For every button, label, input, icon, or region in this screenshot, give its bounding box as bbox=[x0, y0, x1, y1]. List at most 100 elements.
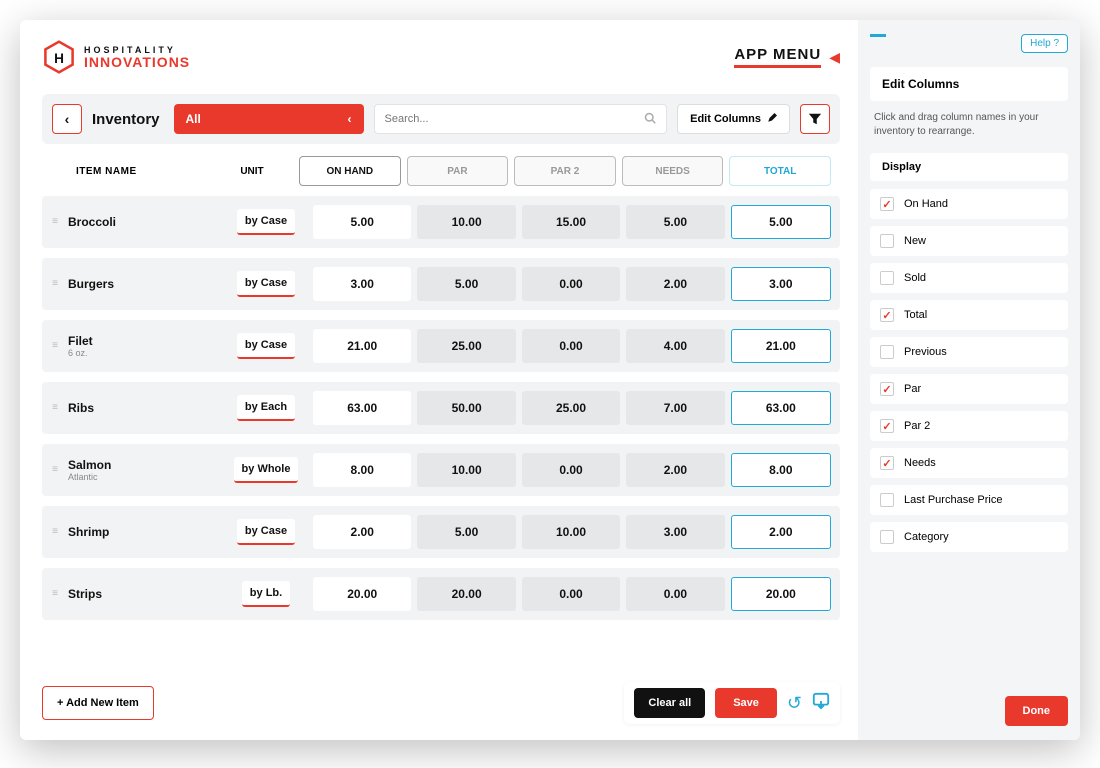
back-button[interactable]: ‹ bbox=[52, 104, 82, 134]
export-icon[interactable] bbox=[812, 692, 830, 715]
cell-par2[interactable]: 0.00 bbox=[522, 329, 620, 363]
edit-columns-button[interactable]: Edit Columns bbox=[677, 104, 790, 134]
cell-needs[interactable]: 0.00 bbox=[626, 577, 724, 611]
drag-handle-icon[interactable]: ≡ bbox=[46, 406, 64, 410]
drag-handle-icon[interactable]: ≡ bbox=[46, 468, 64, 472]
display-option[interactable]: Needs bbox=[870, 448, 1068, 478]
cell-needs[interactable]: 3.00 bbox=[626, 515, 724, 549]
cell-needs[interactable]: 4.00 bbox=[626, 329, 724, 363]
col-needs[interactable]: NEEDS bbox=[622, 156, 724, 186]
unit-selector[interactable]: by Case bbox=[237, 333, 295, 359]
cell-unit: by Case bbox=[222, 333, 310, 359]
cell-on-hand[interactable]: 63.00 bbox=[313, 391, 411, 425]
help-button[interactable]: Help ? bbox=[1021, 34, 1068, 53]
cell-total: 21.00 bbox=[731, 329, 831, 363]
item-name: Burgers bbox=[68, 277, 222, 291]
search-box[interactable] bbox=[374, 104, 668, 134]
cell-needs[interactable]: 7.00 bbox=[626, 391, 724, 425]
cell-par2[interactable]: 15.00 bbox=[522, 205, 620, 239]
display-option[interactable]: Previous bbox=[870, 337, 1068, 367]
table-row: ≡Burgersby Case3.005.000.002.003.00 bbox=[42, 258, 840, 310]
display-option[interactable]: Last Purchase Price bbox=[870, 485, 1068, 515]
cell-par2[interactable]: 25.00 bbox=[522, 391, 620, 425]
clear-all-button[interactable]: Clear all bbox=[634, 688, 705, 718]
footer: + Add New Item Clear all Save ↺ bbox=[42, 682, 840, 724]
funnel-icon bbox=[808, 112, 822, 126]
item-name: Ribs bbox=[68, 401, 222, 415]
col-par2[interactable]: PAR 2 bbox=[514, 156, 616, 186]
unit-selector[interactable]: by Whole bbox=[234, 457, 299, 483]
cell-on-hand[interactable]: 20.00 bbox=[313, 577, 411, 611]
cell-par[interactable]: 10.00 bbox=[417, 205, 515, 239]
checkbox-icon bbox=[880, 271, 894, 285]
cell-needs[interactable]: 5.00 bbox=[626, 205, 724, 239]
col-par[interactable]: PAR bbox=[407, 156, 509, 186]
app-menu-button[interactable]: APP MENU ◀ bbox=[734, 46, 840, 68]
filter-button[interactable] bbox=[800, 104, 830, 134]
side-footer: Done bbox=[1005, 696, 1069, 726]
table-row: ≡Stripsby Lb.20.0020.000.000.0020.00 bbox=[42, 568, 840, 620]
display-option[interactable]: Par bbox=[870, 374, 1068, 404]
drag-handle-icon[interactable]: ≡ bbox=[46, 282, 64, 286]
brand-line2: INNOVATIONS bbox=[84, 55, 190, 69]
drag-handle-icon[interactable]: ≡ bbox=[46, 530, 64, 534]
column-headers: ITEM NAME UNIT ON HAND PAR PAR 2 NEEDS T… bbox=[42, 144, 840, 196]
save-button[interactable]: Save bbox=[715, 688, 777, 718]
unit-selector[interactable]: by Case bbox=[237, 519, 295, 545]
category-filter-dropdown[interactable]: All ‹ bbox=[174, 104, 364, 134]
unit-selector[interactable]: by Lb. bbox=[242, 581, 290, 607]
cell-par[interactable]: 5.00 bbox=[417, 515, 515, 549]
unit-selector[interactable]: by Case bbox=[237, 209, 295, 235]
cell-on-hand[interactable]: 21.00 bbox=[313, 329, 411, 363]
col-on-hand[interactable]: ON HAND bbox=[299, 156, 401, 186]
cell-unit: by Case bbox=[222, 519, 310, 545]
display-option[interactable]: Category bbox=[870, 522, 1068, 552]
cell-par2[interactable]: 0.00 bbox=[522, 267, 620, 301]
drag-handle-icon[interactable]: ≡ bbox=[46, 592, 64, 596]
search-icon bbox=[644, 112, 656, 127]
cell-par[interactable]: 10.00 bbox=[417, 453, 515, 487]
col-total[interactable]: TOTAL bbox=[729, 156, 831, 186]
display-option[interactable]: On Hand bbox=[870, 189, 1068, 219]
item-name: Filet bbox=[68, 334, 222, 348]
cell-on-hand[interactable]: 8.00 bbox=[313, 453, 411, 487]
unit-selector[interactable]: by Case bbox=[237, 271, 295, 297]
undo-icon[interactable]: ↺ bbox=[787, 693, 802, 714]
cell-unit: by Whole bbox=[222, 457, 310, 483]
option-label: Total bbox=[904, 309, 927, 321]
cell-item-name: Strips bbox=[64, 587, 222, 601]
cell-par[interactable]: 25.00 bbox=[417, 329, 515, 363]
cell-on-hand[interactable]: 2.00 bbox=[313, 515, 411, 549]
cell-par[interactable]: 50.00 bbox=[417, 391, 515, 425]
table-row: ≡Shrimpby Case2.005.0010.003.002.00 bbox=[42, 506, 840, 558]
cell-total: 2.00 bbox=[731, 515, 831, 549]
cell-par2[interactable]: 10.00 bbox=[522, 515, 620, 549]
cell-par[interactable]: 5.00 bbox=[417, 267, 515, 301]
search-input[interactable] bbox=[385, 113, 645, 125]
display-option[interactable]: Total bbox=[870, 300, 1068, 330]
cell-unit: by Lb. bbox=[222, 581, 310, 607]
cell-on-hand[interactable]: 3.00 bbox=[313, 267, 411, 301]
cell-needs[interactable]: 2.00 bbox=[626, 267, 724, 301]
cell-par[interactable]: 20.00 bbox=[417, 577, 515, 611]
collapse-handle-icon[interactable] bbox=[870, 34, 886, 37]
side-panel: Help ? Edit Columns Click and drag colum… bbox=[858, 20, 1080, 740]
table-row: ≡Broccoliby Case5.0010.0015.005.005.00 bbox=[42, 196, 840, 248]
cell-par2[interactable]: 0.00 bbox=[522, 453, 620, 487]
cell-needs[interactable]: 2.00 bbox=[626, 453, 724, 487]
cell-total: 20.00 bbox=[731, 577, 831, 611]
done-button[interactable]: Done bbox=[1005, 696, 1069, 726]
cell-on-hand[interactable]: 5.00 bbox=[313, 205, 411, 239]
display-option[interactable]: New bbox=[870, 226, 1068, 256]
display-option[interactable]: Par 2 bbox=[870, 411, 1068, 441]
drag-handle-icon[interactable]: ≡ bbox=[46, 344, 64, 348]
add-new-item-button[interactable]: + Add New Item bbox=[42, 686, 154, 720]
display-option[interactable]: Sold bbox=[870, 263, 1068, 293]
col-unit: UNIT bbox=[208, 166, 296, 177]
brand-logo: H HOSPITALITY INNOVATIONS bbox=[42, 40, 190, 74]
item-name: Shrimp bbox=[68, 525, 222, 539]
unit-selector[interactable]: by Each bbox=[237, 395, 295, 421]
drag-handle-icon[interactable]: ≡ bbox=[46, 220, 64, 224]
cell-par2[interactable]: 0.00 bbox=[522, 577, 620, 611]
cell-total: 5.00 bbox=[731, 205, 831, 239]
